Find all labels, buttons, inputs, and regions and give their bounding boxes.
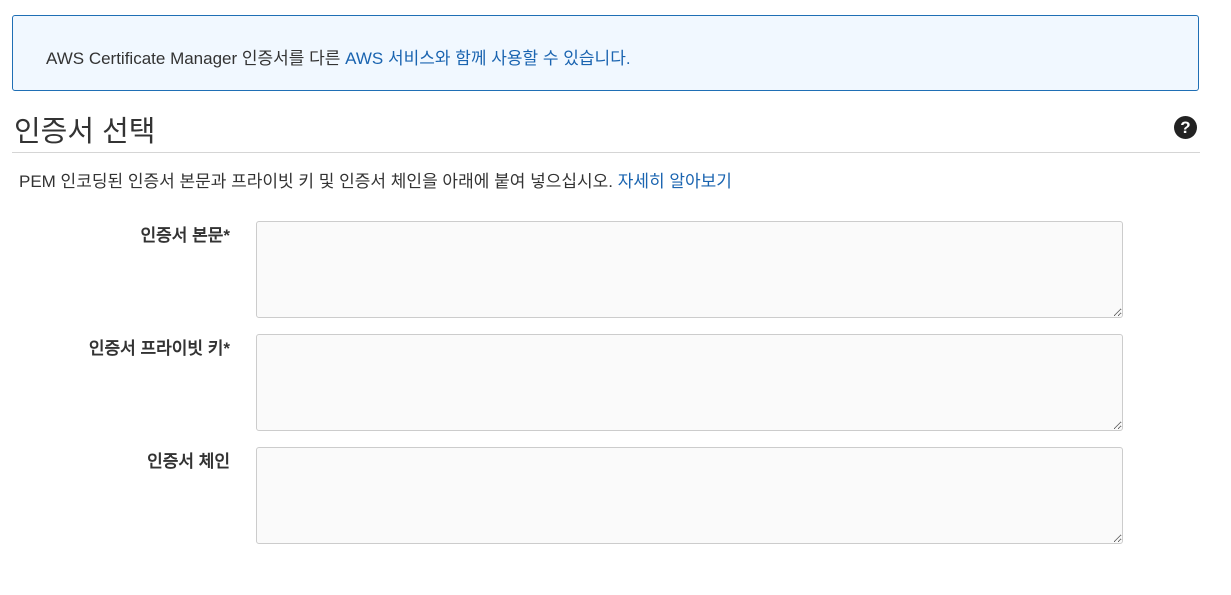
learn-more-link[interactable]: 자세히 알아보기 bbox=[618, 172, 732, 191]
instructions: PEM 인코딩된 인증서 본문과 프라이빗 키 및 인증서 체인을 아래에 붙여… bbox=[19, 167, 732, 192]
info-message: AWS Certificate Manager 인증서를 다른 AWS 서비스와… bbox=[46, 44, 631, 69]
certificate-private-key-input[interactable] bbox=[256, 334, 1123, 431]
info-message-text: AWS Certificate Manager 인증서를 다른 bbox=[46, 49, 346, 68]
certificate-chain-label: 인증서 체인 bbox=[147, 452, 230, 471]
section-divider bbox=[12, 152, 1200, 153]
question-circle-icon[interactable]: ? bbox=[1174, 116, 1197, 139]
info-alert-box: AWS Certificate Manager 인증서를 다른 AWS 서비스와… bbox=[12, 15, 1199, 91]
certificate-private-key-label: 인증서 프라이빗 키* bbox=[88, 339, 230, 358]
certificate-body-label: 인증서 본문* bbox=[140, 226, 230, 245]
certificate-body-input[interactable] bbox=[256, 221, 1123, 318]
section-title: 인증서 선택 bbox=[14, 116, 156, 148]
instructions-text: PEM 인코딩된 인증서 본문과 프라이빗 키 및 인증서 체인을 아래에 붙여… bbox=[19, 172, 618, 191]
aws-services-link[interactable]: AWS 서비스와 함께 사용할 수 있습니다. bbox=[345, 49, 630, 68]
certificate-chain-input[interactable] bbox=[256, 447, 1123, 544]
